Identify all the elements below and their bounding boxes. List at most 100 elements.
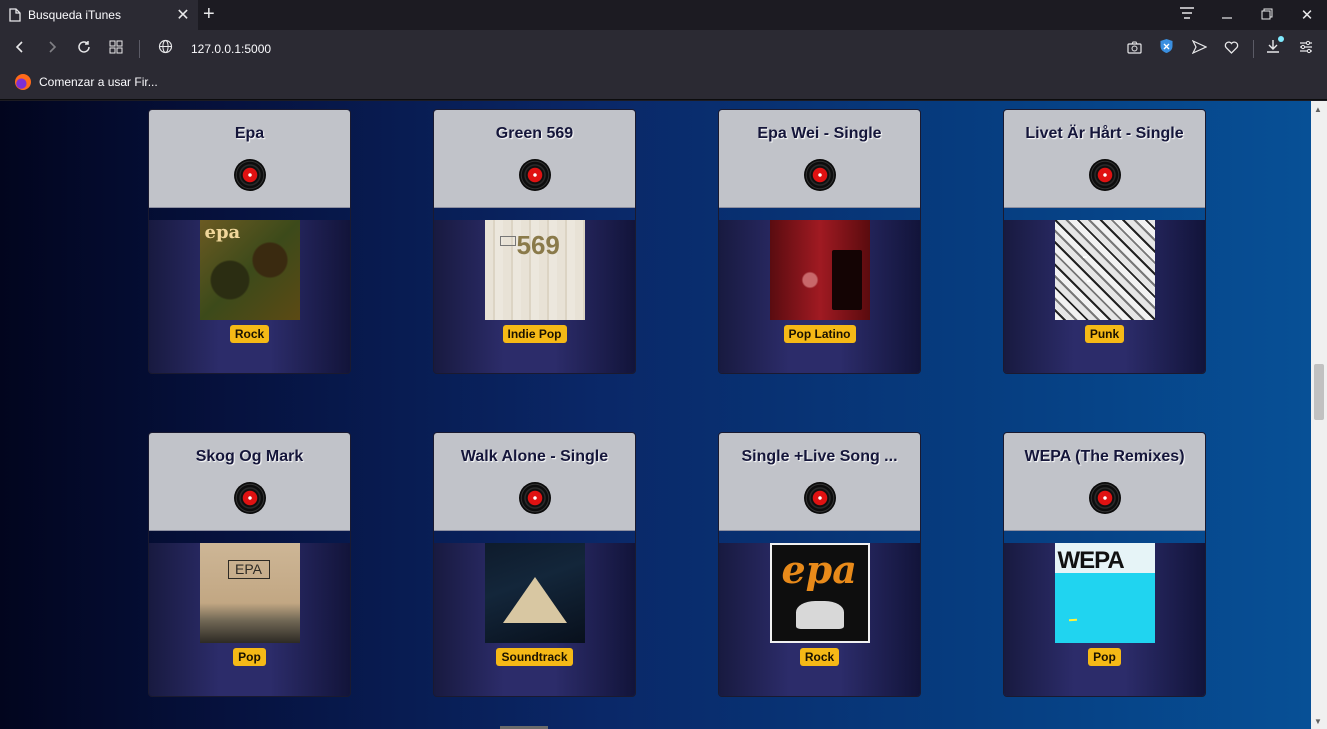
album-cover[interactable]: epa bbox=[199, 220, 300, 320]
cover-text: WEPA bbox=[1057, 547, 1125, 574]
cover-collage-piece bbox=[1082, 256, 1087, 258]
card-body: EPA Pop bbox=[149, 543, 350, 696]
album-title: Livet Är Hårt - Single bbox=[1025, 125, 1184, 142]
tab-bar: Busqueda iTunes ✕ + ✕ bbox=[0, 0, 1327, 30]
album-cover[interactable] bbox=[1054, 220, 1155, 320]
album-title: Epa Wei - Single bbox=[757, 125, 882, 142]
vinyl-record-icon bbox=[233, 482, 266, 514]
page-content: Epa epa Rock Green 569 569 Indie Pop Epa… bbox=[0, 101, 1311, 729]
album-title: Green 569 bbox=[495, 125, 574, 142]
album-card[interactable]: Epa Wei - Single Pop Latino bbox=[718, 109, 921, 374]
bookmark-getting-started[interactable]: Comenzar a usar Fir... bbox=[15, 74, 158, 90]
new-tab-icon[interactable]: + bbox=[203, 3, 215, 26]
genre-badge: Pop bbox=[1088, 648, 1121, 666]
forward-icon[interactable] bbox=[41, 38, 63, 60]
cover-speaker bbox=[831, 250, 862, 310]
download-badge bbox=[1278, 36, 1284, 42]
browser-window: Busqueda iTunes ✕ + ✕ 127.0.0.1:5000 Com… bbox=[0, 0, 1327, 729]
card-header: Green 569 bbox=[434, 110, 635, 208]
card-header: Epa bbox=[149, 110, 350, 208]
vinyl-record-icon bbox=[233, 159, 266, 191]
address-bar[interactable]: 127.0.0.1:5000 bbox=[191, 42, 271, 56]
genre-badge: Pop Latino bbox=[783, 325, 856, 343]
card-header: Epa Wei - Single bbox=[719, 110, 920, 208]
card-body: Pop Latino bbox=[719, 220, 920, 373]
tab-title: Busqueda iTunes bbox=[28, 8, 121, 22]
vinyl-record-icon bbox=[803, 482, 836, 514]
genre-badge: Pop bbox=[233, 648, 266, 666]
album-title: Epa bbox=[234, 125, 265, 142]
genre-badge: Soundtrack bbox=[496, 648, 573, 666]
heart-icon[interactable] bbox=[1220, 38, 1242, 60]
cover-text: epa bbox=[781, 547, 857, 592]
cover-mountain bbox=[502, 577, 567, 623]
card-header: WEPA (The Remixes) bbox=[1004, 433, 1205, 531]
album-card[interactable]: Livet Är Hårt - Single Punk bbox=[1003, 109, 1206, 374]
tab-busqueda-itunes[interactable]: Busqueda iTunes ✕ bbox=[0, 0, 198, 30]
scrollbar-thumb[interactable] bbox=[1314, 364, 1324, 420]
vertical-scrollbar[interactable]: ▲ ▼ bbox=[1311, 101, 1327, 729]
reload-icon[interactable] bbox=[73, 38, 95, 60]
vinyl-record-icon bbox=[1088, 482, 1121, 514]
vinyl-record-icon bbox=[518, 159, 551, 191]
page-icon bbox=[9, 8, 21, 22]
send-icon[interactable] bbox=[1188, 38, 1210, 60]
album-card[interactable]: Single +Live Song ... epa Rock bbox=[718, 432, 921, 697]
cover-text: EPA bbox=[227, 560, 270, 579]
toolbar-divider bbox=[139, 40, 140, 58]
album-cover[interactable] bbox=[484, 543, 585, 643]
genre-badge: Rock bbox=[229, 325, 270, 343]
album-title: WEPA (The Remixes) bbox=[1024, 448, 1185, 465]
toolbar-divider bbox=[1253, 40, 1254, 58]
card-header: Livet Är Hårt - Single bbox=[1004, 110, 1205, 208]
album-title: Walk Alone - Single bbox=[460, 448, 609, 465]
settings-sliders-icon[interactable] bbox=[1295, 38, 1317, 60]
album-card[interactable]: Walk Alone - Single Soundtrack bbox=[433, 432, 636, 697]
firefox-icon bbox=[15, 74, 31, 90]
card-header: Single +Live Song ... bbox=[719, 433, 920, 531]
album-cover[interactable]: WEPA bbox=[1054, 543, 1155, 643]
window-controls: ✕ bbox=[1167, 0, 1327, 30]
close-tab-icon[interactable]: ✕ bbox=[172, 5, 194, 25]
card-body: epa Rock bbox=[719, 543, 920, 696]
card-body: WEPA Pop bbox=[1004, 543, 1205, 696]
camera-icon[interactable] bbox=[1123, 38, 1145, 60]
album-cover[interactable] bbox=[769, 220, 870, 320]
vinyl-record-icon bbox=[518, 482, 551, 514]
back-icon[interactable] bbox=[9, 38, 31, 60]
minimize-icon[interactable] bbox=[1207, 7, 1247, 24]
scroll-up-icon[interactable]: ▲ bbox=[1314, 105, 1322, 114]
genre-badge: Punk bbox=[1084, 325, 1125, 343]
cover-bull bbox=[795, 601, 844, 629]
list-all-tabs-icon[interactable] bbox=[1167, 6, 1207, 24]
shield-icon[interactable] bbox=[1155, 38, 1177, 60]
album-card[interactable]: WEPA (The Remixes) WEPA Pop bbox=[1003, 432, 1206, 697]
album-card[interactable]: Green 569 569 Indie Pop bbox=[433, 109, 636, 374]
genre-badge: Rock bbox=[799, 648, 840, 666]
bookmarks-bar: Comenzar a usar Fir... bbox=[0, 68, 1327, 100]
close-window-icon[interactable]: ✕ bbox=[1287, 6, 1327, 24]
card-header: Skog Og Mark bbox=[149, 433, 350, 531]
album-cover[interactable]: epa bbox=[769, 543, 870, 643]
album-title: Single +Live Song ... bbox=[741, 448, 898, 465]
cover-collage-piece bbox=[1086, 280, 1091, 282]
bookmark-label: Comenzar a usar Fir... bbox=[39, 75, 158, 89]
album-card[interactable]: Skog Og Mark EPA Pop bbox=[148, 432, 351, 697]
cover-text: epa bbox=[204, 222, 241, 243]
album-cover[interactable]: 569 bbox=[484, 220, 585, 320]
scroll-down-icon[interactable]: ▼ bbox=[1314, 717, 1322, 726]
globe-icon[interactable] bbox=[154, 38, 176, 60]
card-body: 569 Indie Pop bbox=[434, 220, 635, 373]
restore-icon[interactable] bbox=[1247, 7, 1287, 24]
album-card[interactable]: Epa epa Rock bbox=[148, 109, 351, 374]
card-header: Walk Alone - Single bbox=[434, 433, 635, 531]
card-body: epa Rock bbox=[149, 220, 350, 373]
cover-tape bbox=[1068, 618, 1077, 622]
album-cover[interactable]: EPA bbox=[199, 543, 300, 643]
speed-dial-icon[interactable] bbox=[105, 38, 127, 60]
vinyl-record-icon bbox=[1088, 159, 1121, 191]
vinyl-record-icon bbox=[803, 159, 836, 191]
cover-text: 569 bbox=[516, 230, 560, 260]
cover-stamp bbox=[499, 236, 516, 246]
genre-badge: Indie Pop bbox=[502, 325, 567, 343]
